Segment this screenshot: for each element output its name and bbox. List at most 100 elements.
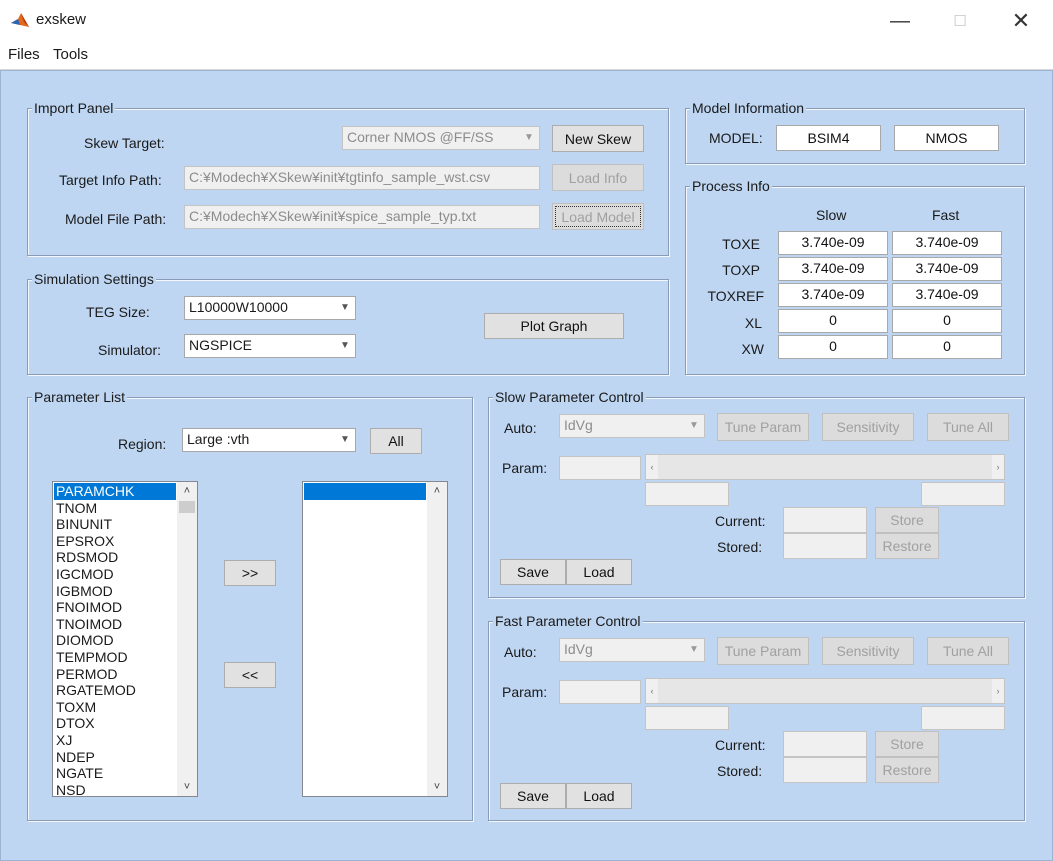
slider-left-icon[interactable]: ‹ [646, 679, 658, 703]
list-item[interactable]: RDSMOD [54, 549, 176, 566]
scroll-down-icon[interactable]: ˅ [177, 778, 197, 796]
fast-stored-label: Stored: [717, 763, 763, 779]
plot-graph-button[interactable]: Plot Graph [484, 313, 624, 339]
fast-sensitivity-button[interactable]: Sensitivity [822, 637, 914, 665]
fast-tune-param-button[interactable]: Tune Param [717, 637, 809, 665]
list-item[interactable]: EPSROX [54, 533, 176, 550]
slider-right-icon[interactable]: › [992, 679, 1004, 703]
teg-size-value: L10000W10000 [189, 299, 288, 315]
slow-toxref-field[interactable]: 3.740e-09 [778, 283, 888, 307]
list-item[interactable]: TOXM [54, 699, 176, 716]
simulator-dropdown[interactable]: NGSPICE ▼ [184, 334, 356, 358]
fast-toxe-field[interactable]: 3.740e-09 [892, 231, 1002, 255]
target-info-path-field[interactable]: C:¥Modech¥XSkew¥init¥tgtinfo_sample_wst.… [184, 166, 540, 190]
list-item[interactable]: TNOM [54, 500, 176, 517]
menu-files[interactable]: Files [8, 46, 40, 63]
fast-toxref-field[interactable]: 3.740e-09 [892, 283, 1002, 307]
fast-slider-max-field[interactable] [921, 706, 1005, 730]
close-icon[interactable]: ✕ [1006, 8, 1036, 34]
list-item[interactable]: PERMOD [54, 666, 176, 683]
slow-save-button[interactable]: Save [500, 559, 566, 585]
slow-restore-button[interactable]: Restore [875, 533, 939, 559]
minimize-icon[interactable]: — [885, 8, 915, 34]
list-item[interactable]: RGATEMOD [54, 682, 176, 699]
load-info-button[interactable]: Load Info [552, 164, 644, 191]
scroll-down-icon[interactable]: ˅ [427, 778, 447, 796]
fast-xw-field[interactable]: 0 [892, 335, 1002, 359]
slow-toxe-field[interactable]: 3.740e-09 [778, 231, 888, 255]
scroll-up-icon[interactable]: ˄ [177, 482, 197, 500]
remove-parameter-button[interactable]: << [224, 662, 276, 688]
fast-tune-all-button[interactable]: Tune All [927, 637, 1009, 665]
new-skew-button[interactable]: New Skew [552, 125, 644, 152]
list-item[interactable]: BINUNIT [54, 516, 176, 533]
slow-slider-min-field[interactable] [645, 482, 729, 506]
menu-tools[interactable]: Tools [53, 46, 88, 63]
import-panel-title: Import Panel [32, 99, 116, 117]
fast-slider-min-field[interactable] [645, 706, 729, 730]
fast-auto-dropdown[interactable]: IdVg ▼ [559, 638, 705, 662]
slow-param-field[interactable] [559, 456, 641, 480]
fast-toxp-field[interactable]: 3.740e-09 [892, 257, 1002, 281]
slow-sensitivity-button[interactable]: Sensitivity [822, 413, 914, 441]
slow-tune-param-button[interactable]: Tune Param [717, 413, 809, 441]
selected-list-highlight[interactable] [304, 483, 426, 500]
list-item[interactable]: IGBMOD [54, 583, 176, 600]
all-button[interactable]: All [370, 428, 422, 454]
fast-current-field[interactable] [783, 731, 867, 757]
chevron-down-icon: ▼ [685, 416, 703, 436]
fast-stored-field[interactable] [783, 757, 867, 783]
slow-tune-all-button[interactable]: Tune All [927, 413, 1009, 441]
model-value-field[interactable]: BSIM4 [776, 125, 881, 151]
teg-size-dropdown[interactable]: L10000W10000 ▼ [184, 296, 356, 320]
fast-current-label: Current: [715, 737, 766, 753]
slow-store-button[interactable]: Store [875, 507, 939, 533]
list-item[interactable]: NSD [54, 782, 176, 796]
slider-right-icon[interactable]: › [992, 455, 1004, 479]
skew-target-dropdown[interactable]: Corner NMOS @FF/SS ▼ [342, 126, 540, 150]
selected-parameter-listbox[interactable]: ˄ ˅ [302, 481, 448, 797]
model-file-path-field[interactable]: C:¥Modech¥XSkew¥init¥spice_sample_typ.tx… [184, 205, 540, 229]
list-item[interactable]: IGCMOD [54, 566, 176, 583]
region-dropdown[interactable]: Large :vth ▼ [182, 428, 356, 452]
add-parameter-button[interactable]: >> [224, 560, 276, 586]
fast-param-slider[interactable]: ‹ › [645, 678, 1005, 704]
load-model-button[interactable]: Load Model [552, 203, 644, 230]
scroll-up-icon[interactable]: ˄ [427, 482, 447, 500]
slow-stored-field[interactable] [783, 533, 867, 559]
list-item[interactable]: DIOMOD [54, 632, 176, 649]
list-item[interactable]: DTOX [54, 715, 176, 732]
fast-store-button[interactable]: Store [875, 731, 939, 757]
fast-param-field[interactable] [559, 680, 641, 704]
slow-load-button[interactable]: Load [566, 559, 632, 585]
model-information-panel: Model Information MODEL: BSIM4 NMOS [685, 99, 1025, 164]
simulation-settings-title: Simulation Settings [32, 270, 156, 288]
slow-param-slider[interactable]: ‹ › [645, 454, 1005, 480]
maximize-icon[interactable]: ☐ [945, 8, 975, 34]
slow-current-field[interactable] [783, 507, 867, 533]
slow-slider-max-field[interactable] [921, 482, 1005, 506]
slow-xl-field[interactable]: 0 [778, 309, 888, 333]
chevron-down-icon: ▼ [336, 430, 354, 450]
list-item[interactable]: TNOIMOD [54, 616, 176, 633]
slider-left-icon[interactable]: ‹ [646, 455, 658, 479]
list-item[interactable]: PARAMCHK [54, 483, 176, 500]
fast-save-button[interactable]: Save [500, 783, 566, 809]
region-value: Large :vth [187, 431, 250, 447]
list-item[interactable]: NDEP [54, 749, 176, 766]
slow-xw-field[interactable]: 0 [778, 335, 888, 359]
list-item[interactable]: FNOIMOD [54, 599, 176, 616]
parameter-listbox[interactable]: PARAMCHK TNOM BINUNIT EPSROX RDSMOD IGCMOD IGB… [52, 481, 198, 797]
list-item[interactable]: NGATE [54, 765, 176, 782]
slow-toxp-field[interactable]: 3.740e-09 [778, 257, 888, 281]
fast-load-button[interactable]: Load [566, 783, 632, 809]
slow-auto-dropdown[interactable]: IdVg ▼ [559, 414, 705, 438]
list-item[interactable]: XJ [54, 732, 176, 749]
scroll-thumb[interactable] [179, 501, 195, 513]
parameter-list-scrollbar[interactable]: ˄ ˅ [177, 482, 197, 796]
model-type-field[interactable]: NMOS [894, 125, 999, 151]
fast-xl-field[interactable]: 0 [892, 309, 1002, 333]
list-item[interactable]: TEMPMOD [54, 649, 176, 666]
selected-list-scrollbar[interactable]: ˄ ˅ [427, 482, 447, 796]
fast-restore-button[interactable]: Restore [875, 757, 939, 783]
